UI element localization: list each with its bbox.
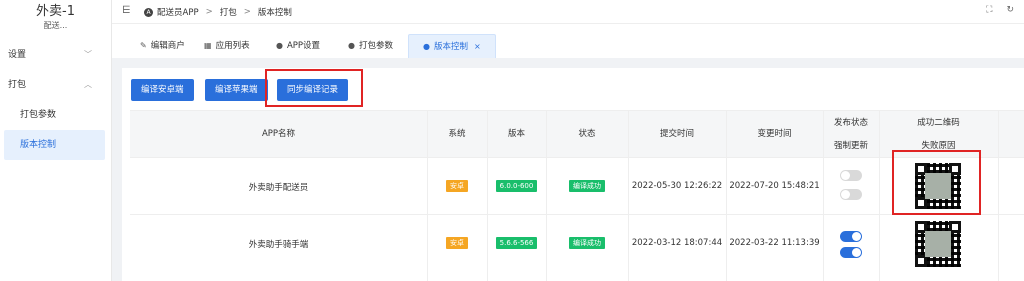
tab-label: 应用列表: [215, 41, 250, 51]
header-qr-code: 成功二维码: [917, 118, 960, 128]
header-version: 版本: [507, 129, 525, 139]
sidebar-item-package-params[interactable]: 打包参数: [0, 100, 104, 130]
chevron-down-icon: ﹀: [84, 50, 92, 59]
cell-app-name: 外卖助手配送员: [248, 183, 309, 193]
cell-submit-time: 2022-03-12 18:07:44: [631, 238, 723, 248]
tab-app-list[interactable]: ▦ 应用列表: [204, 34, 250, 58]
header-change-time: 变更时间: [757, 129, 792, 139]
cell-system: 安卓: [427, 237, 487, 249]
tab-version-control[interactable]: ● 版本控制 ×: [408, 34, 496, 58]
qr-highlight-box: [892, 150, 981, 215]
sidebar-item-label: 打包: [8, 80, 27, 90]
cell-change-time: 2022-03-22 11:13:39: [729, 238, 820, 248]
tab-package-params[interactable]: ● 打包参数: [348, 34, 393, 58]
tabs-bar: ✎ 编辑商户 ▦ 应用列表 ● APP设置 ● 打包参数 ● 版本控制 ×: [112, 24, 1024, 58]
header-publish-status: 发布状态: [833, 118, 868, 128]
cell-change-time: 2022-07-20 15:48:21: [729, 181, 820, 191]
app-icon: ●: [276, 41, 283, 50]
chevron-up-icon: ︿: [84, 80, 92, 89]
brand-subtitle: 配送...: [43, 21, 68, 30]
breadcrumb-item[interactable]: 打包: [220, 6, 237, 18]
publish-toggle[interactable]: [840, 170, 862, 181]
table-row: 外卖助手配送员 安卓 6.0.0-600 编译成功 2022-05-30 12:…: [130, 158, 1024, 215]
tab-label: 打包参数: [358, 41, 393, 51]
breadcrumb-separator: >: [205, 7, 213, 17]
sidebar-item-label: 版本控制: [20, 140, 57, 150]
top-right-tools: ⛶ ↻: [986, 5, 1014, 15]
cell-status: 编译成功: [546, 237, 628, 249]
edit-icon: ✎: [140, 41, 147, 50]
table-header: APP名称 系统 版本 状态 提交时间 变更时间 发布状态 强制更新 成功二维码…: [130, 110, 1024, 158]
force-update-toggle[interactable]: [840, 247, 862, 258]
close-icon[interactable]: ×: [474, 36, 481, 58]
brand: 外卖-1 配送...: [0, 0, 111, 38]
compile-ios-button[interactable]: 编译苹果端: [205, 79, 268, 101]
cell-version: 5.6.6-566: [487, 237, 546, 249]
app-icon: ●: [348, 41, 355, 50]
cell-version: 6.0.0-600: [487, 180, 546, 192]
system-badge: 安卓: [446, 180, 468, 192]
cell-app-name: 外卖助手骑手端: [248, 240, 309, 250]
qr-code: [915, 221, 961, 267]
table-row: 外卖助手骑手端 安卓 5.6.6-566 编译成功 2022-03-12 18:…: [130, 215, 1024, 281]
cell-submit-time: 2022-05-30 12:26:22: [631, 181, 723, 191]
version-badge: 5.6.6-566: [495, 237, 538, 249]
header-status: 状态: [578, 129, 596, 139]
tab-label: APP设置: [286, 41, 321, 51]
cell-status: 编译成功: [546, 180, 628, 192]
breadcrumb-item: 版本控制: [257, 8, 292, 18]
status-badge: 编译成功: [569, 237, 605, 249]
version-badge: 6.0.0-600: [495, 180, 538, 192]
fullscreen-icon[interactable]: ⛶: [986, 5, 992, 15]
header-force-update: 强制更新: [833, 141, 868, 151]
refresh-icon[interactable]: ↻: [1006, 5, 1014, 15]
sidebar-item-label: 打包参数: [20, 110, 57, 120]
tab-edit-merchant[interactable]: ✎ 编辑商户: [140, 34, 185, 58]
publish-toggle[interactable]: [840, 231, 862, 242]
brand-title: 外卖-1: [36, 4, 75, 19]
app-icon: ●: [423, 41, 430, 51]
tab-label: 版本控制: [433, 41, 468, 52]
tab-label: 编辑商户: [150, 41, 185, 51]
cell-system: 安卓: [427, 180, 487, 192]
system-badge: 安卓: [446, 237, 468, 249]
header-submit-time: 提交时间: [659, 129, 694, 139]
highlight-box: [265, 69, 363, 107]
breadcrumb: A 配送员APP > 打包 > 版本控制: [144, 6, 292, 18]
header-system: 系统: [448, 129, 466, 139]
app-icon: A: [144, 7, 153, 17]
sidebar-item-settings[interactable]: 设置 ﹀: [0, 40, 104, 70]
grid-icon: ▦: [204, 41, 212, 50]
content-card: 编译安卓端 编译苹果端 同步编译记录 APP名称 系统 版本 状态 提交时间 变…: [122, 68, 1024, 281]
force-update-toggle[interactable]: [840, 189, 862, 200]
sidebar-item-version-control[interactable]: 版本控制: [4, 130, 105, 160]
breadcrumb-separator: >: [243, 7, 251, 17]
breadcrumb-item[interactable]: 配送员APP: [157, 6, 199, 18]
tab-app-settings[interactable]: ● APP设置: [276, 34, 320, 58]
status-badge: 编译成功: [569, 180, 605, 192]
sidebar: 外卖-1 配送... 设置 ﹀ 打包 ︿ 打包参数 版本控制: [0, 0, 112, 281]
header-app-name: APP名称: [261, 129, 296, 139]
sidebar-item-label: 设置: [8, 50, 27, 60]
top-bar: ⋿ A 配送员APP > 打包 > 版本控制 ⛶ ↻: [112, 0, 1024, 24]
sidebar-item-package[interactable]: 打包 ︿: [0, 70, 104, 100]
compile-android-button[interactable]: 编译安卓端: [131, 79, 194, 101]
menu-fold-icon[interactable]: ⋿: [122, 5, 131, 16]
